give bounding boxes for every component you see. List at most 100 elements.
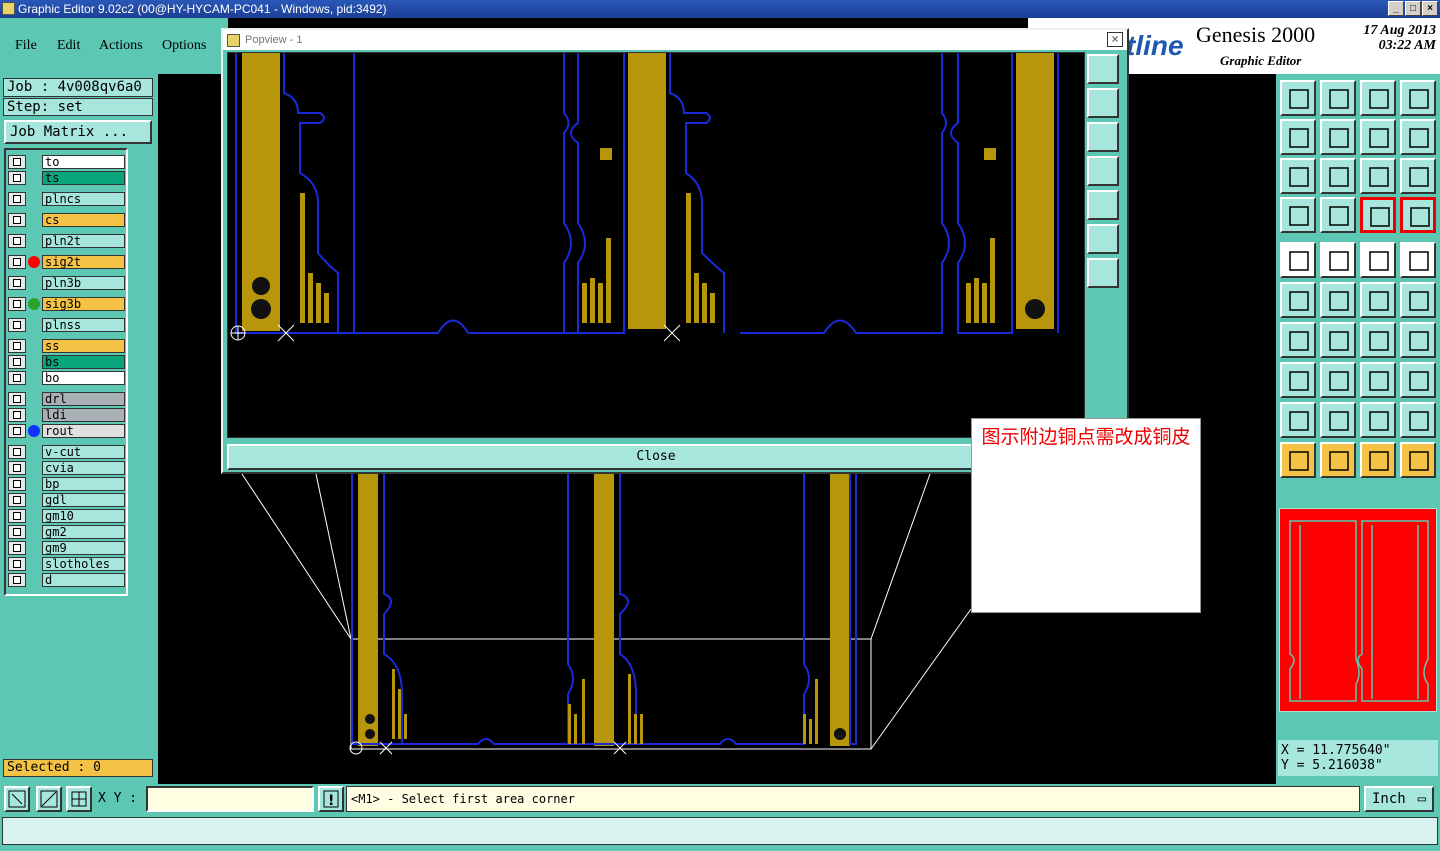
view-house-icon[interactable]	[1360, 80, 1396, 116]
layer-row[interactable]: drl	[8, 392, 126, 406]
layer-row[interactable]: cvia	[8, 461, 126, 475]
layer-name[interactable]: ts	[42, 171, 125, 185]
menu-edit[interactable]: Edit	[57, 38, 80, 54]
xy-input[interactable]	[146, 786, 314, 812]
layer-row[interactable]: pln3b	[8, 276, 126, 290]
pad-icon[interactable]	[1400, 242, 1436, 278]
layer-name[interactable]: gm2	[42, 525, 125, 539]
pan-right-icon[interactable]	[1320, 119, 1356, 155]
layer-name[interactable]: gdl	[42, 493, 125, 507]
alert-icon[interactable]: !	[318, 786, 344, 812]
text-a-icon[interactable]	[1320, 402, 1356, 438]
layer-row[interactable]: plncs	[8, 192, 126, 206]
settings-icon[interactable]	[1280, 197, 1316, 233]
dimension-icon[interactable]	[1360, 362, 1396, 398]
add-node-icon[interactable]	[1400, 282, 1436, 318]
layer-row[interactable]: sig3b	[8, 297, 126, 311]
layer-name[interactable]: sig2t	[42, 255, 125, 269]
popview-tool-zoom-fit-icon[interactable]	[1087, 54, 1119, 84]
popview-close-icon[interactable]: ×	[1107, 32, 1123, 47]
layer-row[interactable]: bs	[8, 355, 126, 369]
layer-row[interactable]: v-cut	[8, 445, 126, 459]
ruler-icon[interactable]	[1360, 242, 1396, 278]
layer-checkbox[interactable]	[8, 424, 26, 438]
layer-name[interactable]: plncs	[42, 192, 125, 206]
layer-checkbox[interactable]	[8, 255, 26, 269]
layer-row[interactable]: rout	[8, 424, 126, 438]
overview-map[interactable]	[1279, 508, 1437, 712]
popview-tool-pan-right-icon[interactable]	[1087, 190, 1119, 220]
layer-checkbox[interactable]	[8, 234, 26, 248]
zoom-fit-icon[interactable]	[1280, 158, 1316, 194]
feature-info-icon[interactable]	[1280, 242, 1316, 278]
layer-checkbox[interactable]	[8, 155, 26, 169]
layer-row[interactable]: gm10	[8, 509, 126, 523]
layer-row[interactable]: cs	[8, 213, 126, 227]
text-c-icon[interactable]	[1400, 402, 1436, 438]
layer-row[interactable]: ldi	[8, 408, 126, 422]
pointer-box-icon[interactable]	[1320, 442, 1356, 478]
layer-checkbox[interactable]	[8, 557, 26, 571]
measure-icon[interactable]	[1320, 242, 1356, 278]
layer-row[interactable]: ts	[8, 171, 126, 185]
layer-row[interactable]: ss	[8, 339, 126, 353]
layer-name[interactable]: cvia	[42, 461, 125, 475]
layer-name[interactable]: bp	[42, 477, 125, 491]
arc-icon[interactable]	[1360, 322, 1396, 358]
maximize-button[interactable]: □	[1405, 1, 1421, 16]
layer-name[interactable]: slotholes	[42, 557, 125, 571]
minimize-button[interactable]: _	[1388, 1, 1404, 16]
layer-checkbox[interactable]	[8, 408, 26, 422]
layer-checkbox[interactable]	[8, 392, 26, 406]
angle-line-icon[interactable]	[1280, 322, 1316, 358]
zoom-area-icon[interactable]	[4, 786, 30, 812]
layer-checkbox[interactable]	[8, 509, 26, 523]
layer-checkbox[interactable]	[8, 355, 26, 369]
layer-name[interactable]: cs	[42, 213, 125, 227]
layer-row[interactable]: pln2t	[8, 234, 126, 248]
net-select-icon[interactable]	[1400, 197, 1436, 233]
popview-tool-zoom-in-icon[interactable]	[1087, 258, 1119, 288]
popview-tool-zoom-out-icon[interactable]	[1087, 224, 1119, 254]
layer-checkbox[interactable]	[8, 541, 26, 555]
move-node-icon[interactable]	[1360, 282, 1396, 318]
layer-row[interactable]: gm9	[8, 541, 126, 555]
view-down-icon[interactable]	[1320, 80, 1356, 116]
layer-checkbox[interactable]	[8, 371, 26, 385]
view-split-icon[interactable]	[1400, 80, 1436, 116]
scale-1-2-icon[interactable]	[1360, 158, 1396, 194]
zoom-center-icon[interactable]	[1320, 158, 1356, 194]
layer-row[interactable]: gdl	[8, 493, 126, 507]
pointer-select-icon[interactable]	[1360, 442, 1396, 478]
layer-name[interactable]: sig3b	[42, 297, 125, 311]
grid-view-icon[interactable]	[1320, 197, 1356, 233]
popview-canvas[interactable]	[227, 52, 1085, 438]
layer-checkbox[interactable]	[8, 573, 26, 587]
pattern-icon[interactable]	[1400, 362, 1436, 398]
layer-checkbox[interactable]	[8, 339, 26, 353]
layer-row[interactable]: sig2t	[8, 255, 126, 269]
triangle-icon[interactable]	[1280, 402, 1316, 438]
layer-name[interactable]: gm10	[42, 509, 125, 523]
layer-name[interactable]: ss	[42, 339, 125, 353]
point-icon[interactable]	[1280, 362, 1316, 398]
layer-checkbox[interactable]	[8, 445, 26, 459]
connect-icon[interactable]	[1280, 282, 1316, 318]
text-b-icon[interactable]	[1360, 402, 1396, 438]
popview-tool-pan-up-icon[interactable]	[1087, 88, 1119, 118]
layer-name[interactable]: plnss	[42, 318, 125, 332]
text-edit-icon[interactable]	[1400, 322, 1436, 358]
menu-actions[interactable]: Actions	[99, 38, 143, 54]
layer-checkbox[interactable]	[8, 213, 26, 227]
layer-checkbox[interactable]	[8, 171, 26, 185]
layer-name[interactable]: rout	[42, 424, 125, 438]
help-icon[interactable]	[1400, 158, 1436, 194]
layer-name[interactable]: pln3b	[42, 276, 125, 290]
layer-row[interactable]: plnss	[8, 318, 126, 332]
layer-name[interactable]: d	[42, 573, 125, 587]
layer-name[interactable]: gm9	[42, 541, 125, 555]
close-window-button[interactable]: ×	[1422, 1, 1438, 16]
layer-checkbox[interactable]	[8, 461, 26, 475]
layer-checkbox[interactable]	[8, 276, 26, 290]
layer-checkbox[interactable]	[8, 477, 26, 491]
